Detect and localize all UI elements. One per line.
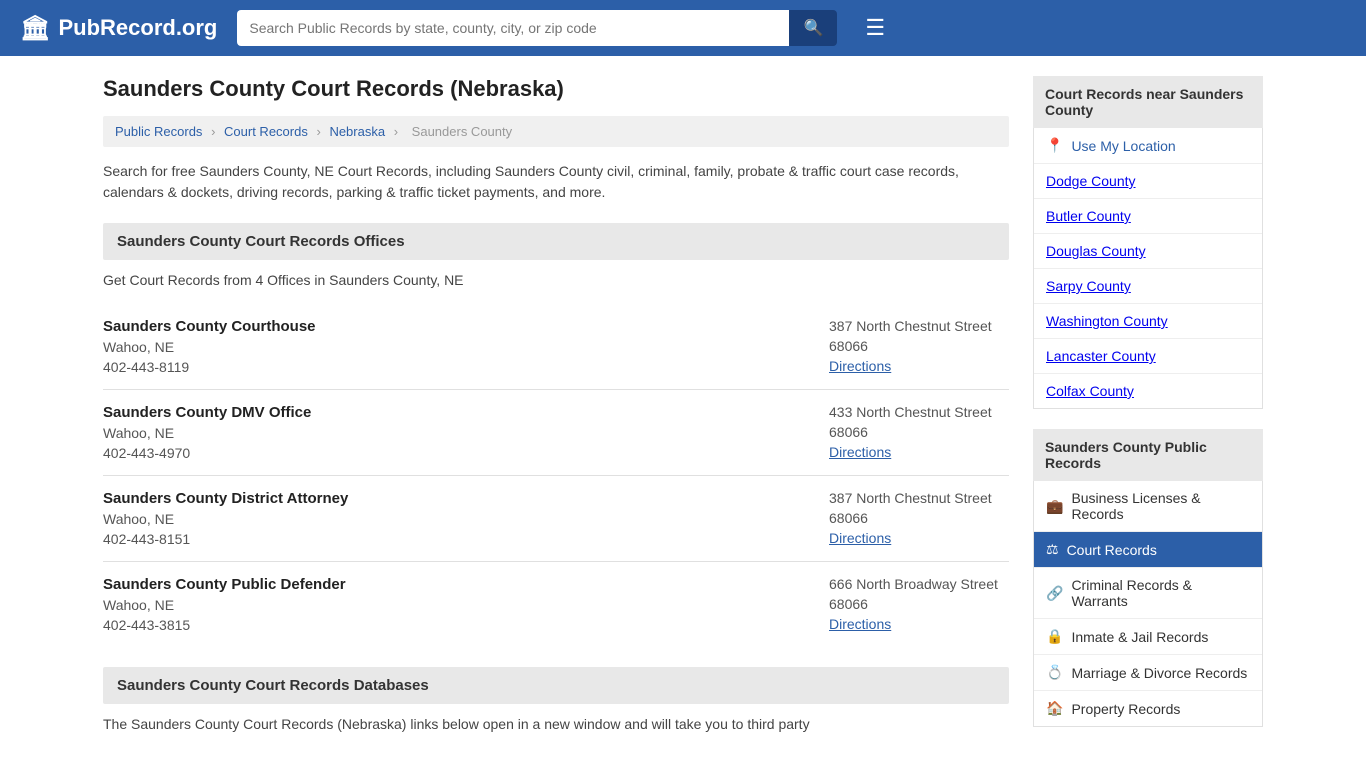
breadcrumb-sep-1: › xyxy=(211,124,215,139)
offices-section: Saunders County Court Records Offices Ge… xyxy=(103,223,1009,647)
sidebar-item-property[interactable]: 🏠 Property Records xyxy=(1034,691,1262,726)
office-name-1: Saunders County Courthouse xyxy=(103,318,316,335)
scales-icon: ⚖ xyxy=(1046,541,1059,558)
public-records-header: Saunders County Public Records xyxy=(1033,429,1263,481)
sidebar-item-washington[interactable]: Washington County xyxy=(1034,304,1262,339)
directions-link-4[interactable]: Directions xyxy=(829,616,891,632)
nearby-counties-box: Court Records near Saunders County 📍 Use… xyxy=(1033,76,1263,409)
table-row: Saunders County District Attorney Wahoo,… xyxy=(103,476,1009,562)
breadcrumb-court-records[interactable]: Court Records xyxy=(224,124,308,139)
office-zip-1: 68066 xyxy=(829,338,1009,354)
logo-text: PubRecord.org xyxy=(58,15,217,41)
sidebar-item-colfax[interactable]: Colfax County xyxy=(1034,374,1262,408)
house-icon: 🏠 xyxy=(1046,700,1063,717)
site-header: 🏛 PubRecord.org 🔍 ☰ xyxy=(0,0,1366,56)
page-title: Saunders County Court Records (Nebraska) xyxy=(103,76,1009,102)
breadcrumb-sep-3: › xyxy=(394,124,398,139)
offices-section-header: Saunders County Court Records Offices xyxy=(103,223,1009,260)
sidebar-item-douglas[interactable]: Douglas County xyxy=(1034,234,1262,269)
office-zip-3: 68066 xyxy=(829,510,1009,526)
office-list: Saunders County Courthouse Wahoo, NE 402… xyxy=(103,304,1009,647)
breadcrumb-saunders: Saunders County xyxy=(412,124,512,139)
office-phone-1: 402-443-8119 xyxy=(103,359,316,375)
page-description: Search for free Saunders County, NE Cour… xyxy=(103,161,1009,203)
sidebar-item-criminal[interactable]: 🔗 Criminal Records & Warrants xyxy=(1034,568,1262,619)
office-phone-4: 402-443-3815 xyxy=(103,617,346,633)
sidebar-item-label: Business Licenses & Records xyxy=(1071,490,1250,522)
table-row: Saunders County Public Defender Wahoo, N… xyxy=(103,562,1009,647)
office-city-4: Wahoo, NE xyxy=(103,597,346,613)
databases-section-header: Saunders County Court Records Databases xyxy=(103,667,1009,704)
use-location-label: Use My Location xyxy=(1071,138,1175,154)
breadcrumb-public-records[interactable]: Public Records xyxy=(115,124,202,139)
office-address-2: 433 North Chestnut Street xyxy=(829,404,1009,420)
nearby-list: 📍 Use My Location Dodge County Butler Co… xyxy=(1033,128,1263,409)
table-row: Saunders County DMV Office Wahoo, NE 402… xyxy=(103,390,1009,476)
office-address-1: 387 North Chestnut Street xyxy=(829,318,1009,334)
main-column: Saunders County Court Records (Nebraska)… xyxy=(103,76,1009,748)
page-content: Saunders County Court Records (Nebraska)… xyxy=(83,56,1283,768)
office-address-3: 387 North Chestnut Street xyxy=(829,490,1009,506)
site-logo[interactable]: 🏛 PubRecord.org xyxy=(20,14,217,43)
public-records-list: 💼 Business Licenses & Records ⚖ Court Re… xyxy=(1033,481,1263,727)
search-bar: 🔍 xyxy=(237,10,837,46)
office-zip-2: 68066 xyxy=(829,424,1009,440)
office-name-3: Saunders County District Attorney xyxy=(103,490,348,507)
logo-icon: 🏛 xyxy=(20,14,50,43)
office-name-4: Saunders County Public Defender xyxy=(103,576,346,593)
office-city-2: Wahoo, NE xyxy=(103,425,311,441)
briefcase-icon: 💼 xyxy=(1046,498,1063,515)
office-name-2: Saunders County DMV Office xyxy=(103,404,311,421)
table-row: Saunders County Courthouse Wahoo, NE 402… xyxy=(103,304,1009,390)
sidebar-item-lancaster[interactable]: Lancaster County xyxy=(1034,339,1262,374)
office-zip-4: 68066 xyxy=(829,596,1009,612)
public-records-box: Saunders County Public Records 💼 Busines… xyxy=(1033,429,1263,727)
breadcrumb-nebraska[interactable]: Nebraska xyxy=(329,124,385,139)
sidebar-item-label: Property Records xyxy=(1071,701,1180,717)
use-my-location[interactable]: 📍 Use My Location xyxy=(1034,128,1262,164)
sidebar-item-court[interactable]: ⚖ Court Records xyxy=(1034,532,1262,568)
directions-link-2[interactable]: Directions xyxy=(829,444,891,460)
sidebar-item-butler[interactable]: Butler County xyxy=(1034,199,1262,234)
directions-link-1[interactable]: Directions xyxy=(829,358,891,374)
sidebar: Court Records near Saunders County 📍 Use… xyxy=(1033,76,1263,748)
sidebar-item-sarpy[interactable]: Sarpy County xyxy=(1034,269,1262,304)
sidebar-item-label: Criminal Records & Warrants xyxy=(1071,577,1250,609)
sidebar-item-label: Inmate & Jail Records xyxy=(1071,629,1208,645)
search-input[interactable] xyxy=(237,10,789,46)
search-button[interactable]: 🔍 xyxy=(789,10,837,46)
databases-description: The Saunders County Court Records (Nebra… xyxy=(103,716,1009,732)
sidebar-item-marriage[interactable]: 💍 Marriage & Divorce Records xyxy=(1034,655,1262,691)
breadcrumb-sep-2: › xyxy=(316,124,320,139)
sidebar-item-dodge[interactable]: Dodge County xyxy=(1034,164,1262,199)
sidebar-item-label: Marriage & Divorce Records xyxy=(1071,665,1247,681)
sidebar-item-business[interactable]: 💼 Business Licenses & Records xyxy=(1034,481,1262,532)
office-city-3: Wahoo, NE xyxy=(103,511,348,527)
office-address-4: 666 North Broadway Street xyxy=(829,576,1009,592)
ring-icon: 💍 xyxy=(1046,664,1063,681)
chain-icon: 🔗 xyxy=(1046,585,1063,602)
sidebar-item-label: Court Records xyxy=(1067,542,1157,558)
nearby-header: Court Records near Saunders County xyxy=(1033,76,1263,128)
databases-section: Saunders County Court Records Databases … xyxy=(103,667,1009,732)
location-icon: 📍 xyxy=(1046,137,1063,154)
breadcrumb: Public Records › Court Records › Nebrask… xyxy=(103,116,1009,147)
directions-link-3[interactable]: Directions xyxy=(829,530,891,546)
office-phone-2: 402-443-4970 xyxy=(103,445,311,461)
offices-sub-description: Get Court Records from 4 Offices in Saun… xyxy=(103,272,1009,288)
menu-button[interactable]: ☰ xyxy=(865,15,885,41)
lock-icon: 🔒 xyxy=(1046,628,1063,645)
office-city-1: Wahoo, NE xyxy=(103,339,316,355)
sidebar-item-inmate[interactable]: 🔒 Inmate & Jail Records xyxy=(1034,619,1262,655)
office-phone-3: 402-443-8151 xyxy=(103,531,348,547)
